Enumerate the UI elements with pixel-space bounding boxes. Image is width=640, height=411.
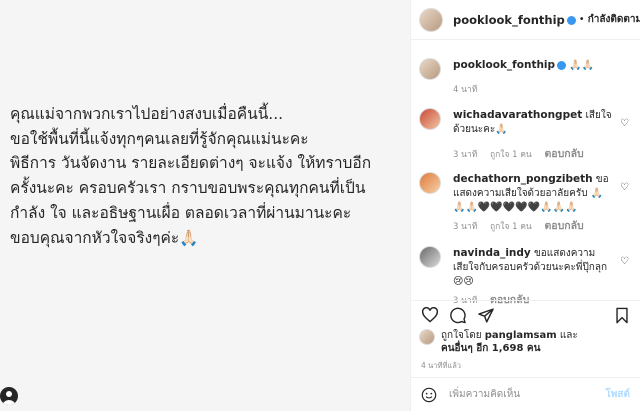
share-send-icon[interactable]	[477, 307, 495, 324]
comment-bubble-icon[interactable]	[449, 307, 467, 324]
comment-username[interactable]: dechathorn_pongzibeth	[453, 173, 593, 185]
like-comment-icon[interactable]: ♡	[620, 118, 629, 129]
comment-input[interactable]: เพิ่มความคิดเห็น	[449, 387, 605, 402]
comment: dechathorn_pongzibeth ขอแสดงความเสียใจด้…	[419, 172, 633, 234]
comment-likes[interactable]: ถูกใจ 1 คน	[490, 150, 532, 160]
post-sidebar: pooklook_fonthip • กำลังติดตาม ··· pookl…	[410, 0, 640, 411]
post-actions	[411, 300, 640, 328]
comment: navinda_indy ขอแสดงความเสียใจกับครอบครัว…	[419, 246, 633, 308]
post-image-text: คุณแม่จากพวกเราไปอย่างสงบเมื่อคืนนี้... …	[10, 105, 372, 247]
comment: wichadavarathongpet เสียใจด้วยนะคะ🙏🏻 3 น…	[419, 108, 633, 162]
separator-dot: •	[578, 14, 585, 25]
like-comment-icon[interactable]: ♡	[620, 182, 629, 193]
add-comment-bar: เพิ่มความคิดเห็น โพสต์	[411, 377, 640, 411]
reply-button[interactable]: ตอบกลับ	[544, 220, 583, 232]
profile-icon[interactable]	[0, 387, 18, 405]
author-username[interactable]: pooklook_fonthip	[453, 13, 576, 27]
liker-avatar[interactable]	[419, 329, 435, 345]
commenter-avatar[interactable]	[419, 108, 441, 130]
comment-username[interactable]: navinda_indy	[453, 247, 531, 259]
post-time-ago[interactable]: 4 นาทีที่แล้ว	[421, 360, 461, 372]
comment-likes[interactable]: ถูกใจ 1 คน	[490, 222, 532, 232]
post-header: pooklook_fonthip • กำลังติดตาม ···	[411, 0, 640, 40]
author-avatar[interactable]	[419, 58, 441, 80]
like-heart-icon[interactable]	[421, 307, 439, 323]
likes-count-button[interactable]: คนอื่นๆ อีก 1,698 คน	[441, 343, 540, 354]
commenter-avatar[interactable]	[419, 246, 441, 268]
caption: pooklook_fonthip 🙏🏻🙏🏻 4 นาที	[419, 58, 633, 97]
likes-prefix: ถูกใจโดย	[441, 330, 482, 341]
author-avatar[interactable]	[419, 7, 443, 32]
likes-and: และ	[559, 330, 578, 341]
comment-username[interactable]: wichadavarathongpet	[453, 109, 582, 121]
likes-summary: ถูกใจโดย panglamsam และ คนอื่นๆ อีก 1,69…	[419, 329, 578, 355]
reply-button[interactable]: ตอบกลับ	[544, 148, 583, 160]
commenter-avatar[interactable]	[419, 172, 441, 194]
caption-username[interactable]: pooklook_fonthip	[453, 59, 555, 71]
like-comment-icon[interactable]: ♡	[620, 256, 629, 267]
comment-time[interactable]: 3 นาที	[453, 150, 477, 160]
liker-username[interactable]: panglamsam	[485, 330, 557, 341]
save-bookmark-icon[interactable]	[615, 307, 629, 324]
verified-badge-icon	[557, 60, 567, 70]
comment-time[interactable]: 3 นาที	[453, 222, 477, 232]
post-comment-button[interactable]: โพสต์	[605, 387, 630, 402]
caption-time[interactable]: 4 นาที	[453, 85, 477, 95]
post-image-panel: คุณแม่จากพวกเราไปอย่างสงบเมื่อคืนนี้... …	[0, 0, 410, 411]
verified-badge-icon	[566, 15, 576, 25]
emoji-icon[interactable]	[421, 387, 437, 403]
caption-text: 🙏🏻🙏🏻	[569, 60, 595, 71]
following-button[interactable]: กำลังติดตาม	[588, 12, 640, 27]
